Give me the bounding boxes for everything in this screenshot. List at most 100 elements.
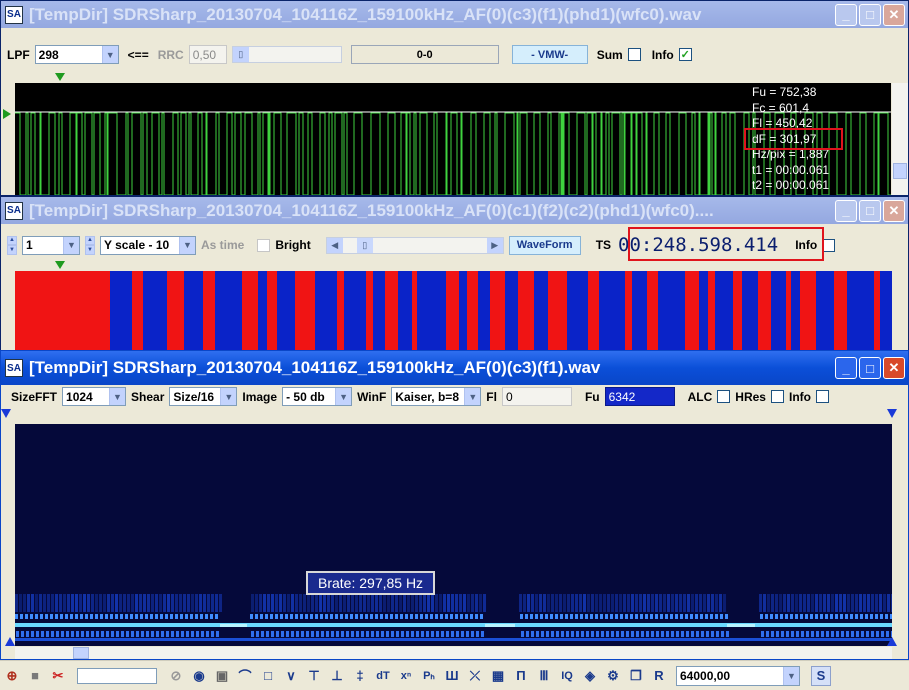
signal-toolbar: LPF 298 ▼ <== RRC 0,50 ▯ 0-0 - VMW- Sum … <box>1 45 908 64</box>
shear-select[interactable]: Size/16 ▼ <box>169 387 238 406</box>
bits-plot[interactable] <box>15 271 892 355</box>
fl-field[interactable]: 0 <box>501 387 572 406</box>
arc-icon[interactable]: ⌒ <box>235 666 255 686</box>
chevron-down-icon: ▼ <box>109 388 126 405</box>
signal-vscroll[interactable] <box>892 83 908 195</box>
right-range-marker-icon[interactable] <box>887 409 897 418</box>
bottom-left-marker-icon[interactable] <box>5 637 15 646</box>
bottom-right-marker-icon[interactable] <box>887 637 897 646</box>
scroll-right-icon[interactable]: ▶ <box>486 237 503 253</box>
shear-value: Size/16 <box>173 389 215 404</box>
frame-icon[interactable]: ▣ <box>212 666 232 686</box>
cross-down-icon[interactable]: ⊥ <box>327 666 347 686</box>
info-label: Info <box>651 47 674 62</box>
app-icon: SA <box>5 201 23 220</box>
shield-icon[interactable]: ◈ <box>580 666 600 686</box>
rrc-label: RRC <box>157 47 184 62</box>
yscale-spinner[interactable]: ▲ ▼ <box>85 235 95 255</box>
sizefft-select[interactable]: 1024 ▼ <box>62 387 127 406</box>
mode-button[interactable]: - VMW- <box>511 45 588 64</box>
fu-field[interactable]: 6342 <box>604 387 675 406</box>
step-spinner[interactable]: ▲ ▼ <box>7 235 17 255</box>
bright-label: Bright <box>275 238 311 252</box>
cut-icon[interactable]: ✂ <box>48 666 68 686</box>
scroll-left-icon[interactable]: ◀ <box>326 237 343 253</box>
ts-label: TS <box>595 238 612 252</box>
box-icon[interactable]: □ <box>258 666 278 686</box>
marker-icon[interactable] <box>55 73 65 81</box>
stop-icon[interactable]: ■ <box>25 666 45 686</box>
scroll-thumb[interactable] <box>73 647 89 659</box>
xn-icon[interactable]: xⁿ <box>396 666 416 686</box>
maximize-button[interactable]: □ <box>859 357 881 379</box>
step-select[interactable]: 1 ▼ <box>22 235 80 255</box>
zoom-icon[interactable]: ⊕ <box>2 666 22 686</box>
chevron-down-icon: ▼ <box>63 236 79 254</box>
swap-icon[interactable]: ⤫ <box>465 666 485 686</box>
s-button[interactable]: S <box>811 665 831 686</box>
sum-checkbox[interactable] <box>627 48 641 61</box>
dt-icon[interactable]: dT <box>373 666 393 686</box>
check-icon[interactable]: ∨ <box>281 666 301 686</box>
bars-icon[interactable]: Ⅲ <box>534 666 554 686</box>
window-signal-titlebar[interactable]: SA [TempDir] SDRSharp_20130704_104116Z_1… <box>1 1 908 28</box>
lpf-select[interactable]: 298 ▼ <box>34 45 119 64</box>
sample-rate-select[interactable]: 64000,00 ▼ <box>676 665 800 686</box>
alc-checkbox[interactable] <box>717 390 731 403</box>
maximize-button[interactable]: □ <box>859 199 881 222</box>
info-checkbox[interactable] <box>822 238 836 252</box>
settings-gear-icon[interactable]: ⚙ <box>603 666 623 686</box>
fl-label: Fl <box>486 389 497 404</box>
window-spectrogram-titlebar[interactable]: SA [TempDir] SDRSharp_20130704_104116Z_1… <box>1 351 908 385</box>
winf-select[interactable]: Kaiser, b=8 ▼ <box>391 387 482 406</box>
bottom-toolbar: ⊕ ■ ✂ ⊘ ◉ ▣ ⌒ □ ∨ ⊤ ⊥ ‡ dT xⁿ Pₕ Ш ⤫ ▦ Π… <box>0 660 909 690</box>
spectrogram-plot[interactable] <box>15 424 892 646</box>
copy-icon[interactable]: ❐ <box>626 666 646 686</box>
close-button[interactable]: ✕ <box>883 199 905 222</box>
yscale-select[interactable]: Y scale - 10 ▼ <box>100 235 196 255</box>
grid-icon[interactable]: ▦ <box>488 666 508 686</box>
info-checkbox[interactable]: ✓ <box>678 48 692 61</box>
cancel-icon[interactable]: ⊘ <box>166 666 186 686</box>
cross-up-icon[interactable]: ⊤ <box>304 666 324 686</box>
spectrogram-toolbar: SizeFFT 1024 ▼ Shear Size/16 ▼ Image - 5… <box>1 387 908 406</box>
slider-thumb[interactable]: ▯ <box>232 47 249 62</box>
app-icon: SA <box>5 359 23 377</box>
close-button[interactable]: ✕ <box>883 357 905 379</box>
pulse-icon[interactable]: Π <box>511 666 531 686</box>
speaker-icon[interactable]: ◉ <box>189 666 209 686</box>
app-icon: SA <box>5 5 23 24</box>
bright-checkbox[interactable] <box>257 238 271 252</box>
minimize-button[interactable]: _ <box>835 357 857 379</box>
scroll-thumb[interactable] <box>893 163 907 179</box>
left-range-marker-icon[interactable] <box>1 409 11 418</box>
chevron-down-icon: ▼ <box>101 46 118 63</box>
image-value: - 50 db <box>286 389 325 404</box>
window-bits-titlebar[interactable]: SA [TempDir] SDRSharp_20130704_104116Z_1… <box>1 197 908 224</box>
hres-label: HRes <box>735 389 766 404</box>
minimize-button[interactable]: _ <box>835 3 857 26</box>
marker-icon[interactable] <box>55 261 65 269</box>
waveform-button[interactable]: WaveForm <box>508 235 581 255</box>
astime-label: As time <box>201 238 245 252</box>
fu-label: Fu <box>584 389 600 404</box>
close-button[interactable]: ✕ <box>883 3 905 26</box>
level-marker-icon[interactable] <box>3 109 11 119</box>
window-bits-title: [TempDir] SDRSharp_20130704_104116Z_1591… <box>29 200 714 220</box>
image-select[interactable]: - 50 db ▼ <box>282 387 353 406</box>
iq-icon[interactable]: IQ <box>557 666 577 686</box>
rrc-field[interactable]: 0,50 <box>188 45 227 64</box>
r-icon[interactable]: R <box>649 666 669 686</box>
position-scrollbar[interactable]: ◀ ▯ ▶ <box>325 236 504 254</box>
info-checkbox[interactable] <box>815 390 829 403</box>
ph-icon[interactable]: Pₕ <box>419 666 439 686</box>
spectrogram-hscroll[interactable] <box>15 647 892 659</box>
chevron-down-icon: ▼ <box>335 388 352 405</box>
rrc-slider[interactable]: ▯ <box>231 46 342 63</box>
comb-icon[interactable]: Ш <box>442 666 462 686</box>
cross-both-icon[interactable]: ‡ <box>350 666 370 686</box>
scroll-thumb[interactable]: ▯ <box>356 237 373 253</box>
hres-checkbox[interactable] <box>770 390 784 403</box>
minimize-button[interactable]: _ <box>835 199 857 222</box>
maximize-button[interactable]: □ <box>859 3 881 26</box>
